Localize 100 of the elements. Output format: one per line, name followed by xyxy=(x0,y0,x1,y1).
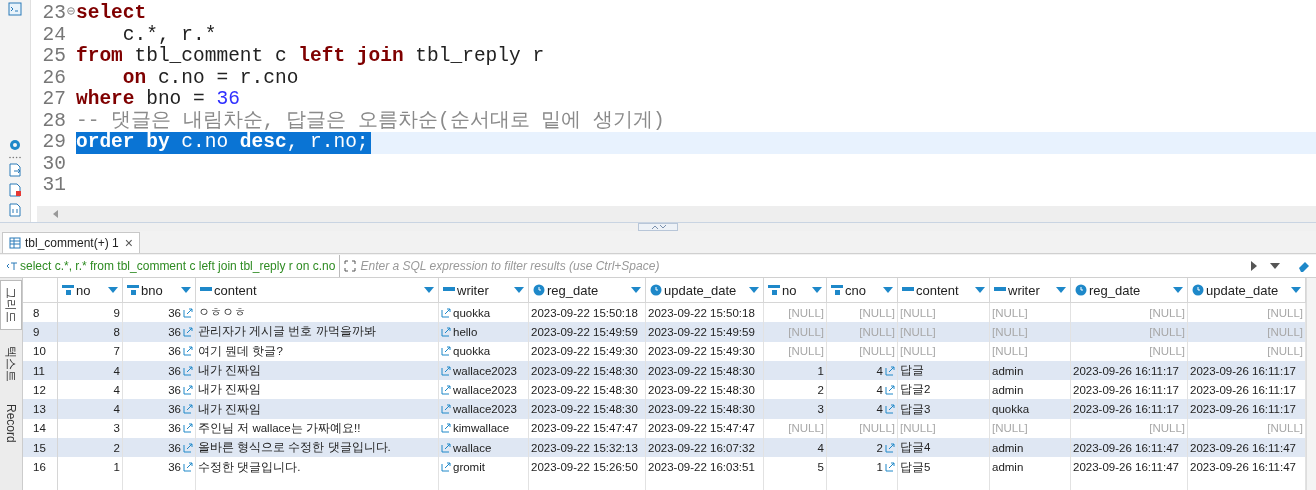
column-header[interactable]: cno xyxy=(827,278,898,303)
sort-dropdown-icon[interactable] xyxy=(108,287,118,293)
expand-icon[interactable] xyxy=(344,260,357,272)
view-tab[interactable]: Record xyxy=(1,398,21,449)
sort-dropdown-icon[interactable] xyxy=(631,287,641,293)
link-icon[interactable] xyxy=(441,365,451,376)
table-cell: 답글 xyxy=(898,360,990,381)
link-icon[interactable] xyxy=(441,384,451,395)
eraser-icon[interactable] xyxy=(1298,260,1310,272)
link-icon[interactable] xyxy=(183,442,193,453)
sash-handle-icon[interactable] xyxy=(638,223,678,231)
link-icon[interactable] xyxy=(885,384,895,395)
row-number[interactable]: 10 xyxy=(23,341,58,361)
link-icon[interactable] xyxy=(441,307,451,318)
results-tab[interactable]: tbl_comment(+) 1 × xyxy=(2,232,140,253)
sort-dropdown-icon[interactable] xyxy=(749,287,759,293)
link-icon[interactable] xyxy=(441,404,451,415)
view-tab[interactable]: 그리드 xyxy=(0,280,22,330)
text-type-icon xyxy=(994,287,1006,293)
link-icon[interactable] xyxy=(183,404,193,415)
row-number[interactable]: 13 xyxy=(23,399,58,419)
row-number[interactable]: 9 xyxy=(23,322,58,342)
table-cell: 4 xyxy=(764,438,827,458)
terminal-icon[interactable] xyxy=(8,2,22,16)
sort-dropdown-icon[interactable] xyxy=(883,287,893,293)
column-header[interactable]: content xyxy=(196,278,439,303)
link-icon[interactable] xyxy=(885,462,895,472)
column-header[interactable]: update_date xyxy=(646,278,764,303)
table-cell: 2023-09-22 15:49:59 xyxy=(529,322,646,342)
table-cell: 2023-09-26 16:11:47 xyxy=(1071,457,1188,477)
sort-dropdown-icon[interactable] xyxy=(1173,287,1183,293)
table-cell: 36 xyxy=(123,438,196,458)
text-type-icon xyxy=(6,261,18,271)
link-icon[interactable] xyxy=(885,404,895,415)
table-cell: 36 xyxy=(123,399,196,419)
sort-dropdown-icon[interactable] xyxy=(812,287,822,293)
sort-dropdown-icon[interactable] xyxy=(1291,287,1301,293)
file-lock-icon[interactable] xyxy=(8,183,22,197)
column-header[interactable]: content xyxy=(898,278,990,303)
link-icon[interactable] xyxy=(183,365,193,376)
clock-icon xyxy=(533,284,545,296)
text-type-icon xyxy=(902,287,914,293)
link-icon[interactable] xyxy=(885,365,895,376)
close-button[interactable]: × xyxy=(124,235,133,251)
play-icon[interactable] xyxy=(1250,261,1258,271)
row-number[interactable]: 11 xyxy=(23,360,58,381)
column-header[interactable]: writer xyxy=(990,278,1071,303)
scroll-left-icon[interactable] xyxy=(53,210,59,218)
table-cell: 36 xyxy=(123,322,196,342)
sort-dropdown-icon[interactable] xyxy=(1056,287,1066,293)
dropdown-icon[interactable] xyxy=(1270,263,1280,269)
table-icon xyxy=(9,237,21,249)
table-cell: admin xyxy=(990,457,1071,477)
variable-file-icon[interactable] xyxy=(8,203,22,217)
link-icon[interactable] xyxy=(441,346,451,357)
table-cell: 관리자가 게시글 번호 까먹을까봐 xyxy=(196,322,439,342)
table-cell: 4 xyxy=(58,360,123,381)
link-icon[interactable] xyxy=(183,384,193,395)
table-cell: 수정한 댓글입니다. xyxy=(196,457,439,477)
vertical-scrollbar[interactable] xyxy=(1306,278,1316,490)
sort-dropdown-icon[interactable] xyxy=(975,287,985,293)
table-cell: wallace2023 xyxy=(439,360,529,381)
link-icon[interactable] xyxy=(441,442,451,453)
sort-dropdown-icon[interactable] xyxy=(181,287,191,293)
table-cell: 2023-09-22 15:48:30 xyxy=(529,360,646,381)
table-cell: 2023-09-22 16:03:51 xyxy=(646,457,764,477)
sort-dropdown-icon[interactable] xyxy=(514,287,524,293)
table-cell: 2023-09-22 15:49:30 xyxy=(646,341,764,361)
column-header[interactable]: no xyxy=(58,278,123,303)
number-type-icon xyxy=(62,284,74,296)
table-cell: hello xyxy=(439,322,529,342)
column-header[interactable]: no xyxy=(764,278,827,303)
clock-icon xyxy=(1075,284,1087,296)
link-icon[interactable] xyxy=(183,346,193,357)
column-header[interactable]: bno xyxy=(123,278,196,303)
table-cell: 7 xyxy=(58,341,123,361)
column-header[interactable]: update_date xyxy=(1188,278,1306,303)
column-header[interactable]: writer xyxy=(439,278,529,303)
row-number[interactable]: 16 xyxy=(23,457,58,477)
code-line: from tbl_comment c left join tbl_reply r xyxy=(76,46,546,68)
link-icon[interactable] xyxy=(183,423,193,434)
code-line: c.*, r.* xyxy=(122,24,218,46)
table-cell: 내가 진짜임 xyxy=(196,360,439,381)
link-icon[interactable] xyxy=(183,462,193,472)
export-file-icon[interactable] xyxy=(8,163,22,177)
table-cell: quokka xyxy=(439,341,529,361)
link-icon[interactable] xyxy=(441,423,451,434)
collapse-icon[interactable] xyxy=(67,7,75,15)
query-text: select c.*, r.* from tbl_comment c left join tbl_reply r on c.no xyxy=(20,259,336,273)
row-number[interactable]: 15 xyxy=(23,438,58,458)
link-icon[interactable] xyxy=(885,442,895,453)
sort-dropdown-icon[interactable] xyxy=(424,287,434,293)
table-cell: 2023-09-22 16:07:32 xyxy=(646,438,764,458)
view-tab[interactable]: 텍스트 xyxy=(1,340,21,388)
link-icon[interactable] xyxy=(183,326,193,337)
link-icon[interactable] xyxy=(441,462,451,472)
link-icon[interactable] xyxy=(183,307,193,318)
link-icon[interactable] xyxy=(441,326,451,337)
column-header[interactable]: reg_date xyxy=(529,278,646,303)
column-header[interactable]: reg_date xyxy=(1071,278,1188,303)
